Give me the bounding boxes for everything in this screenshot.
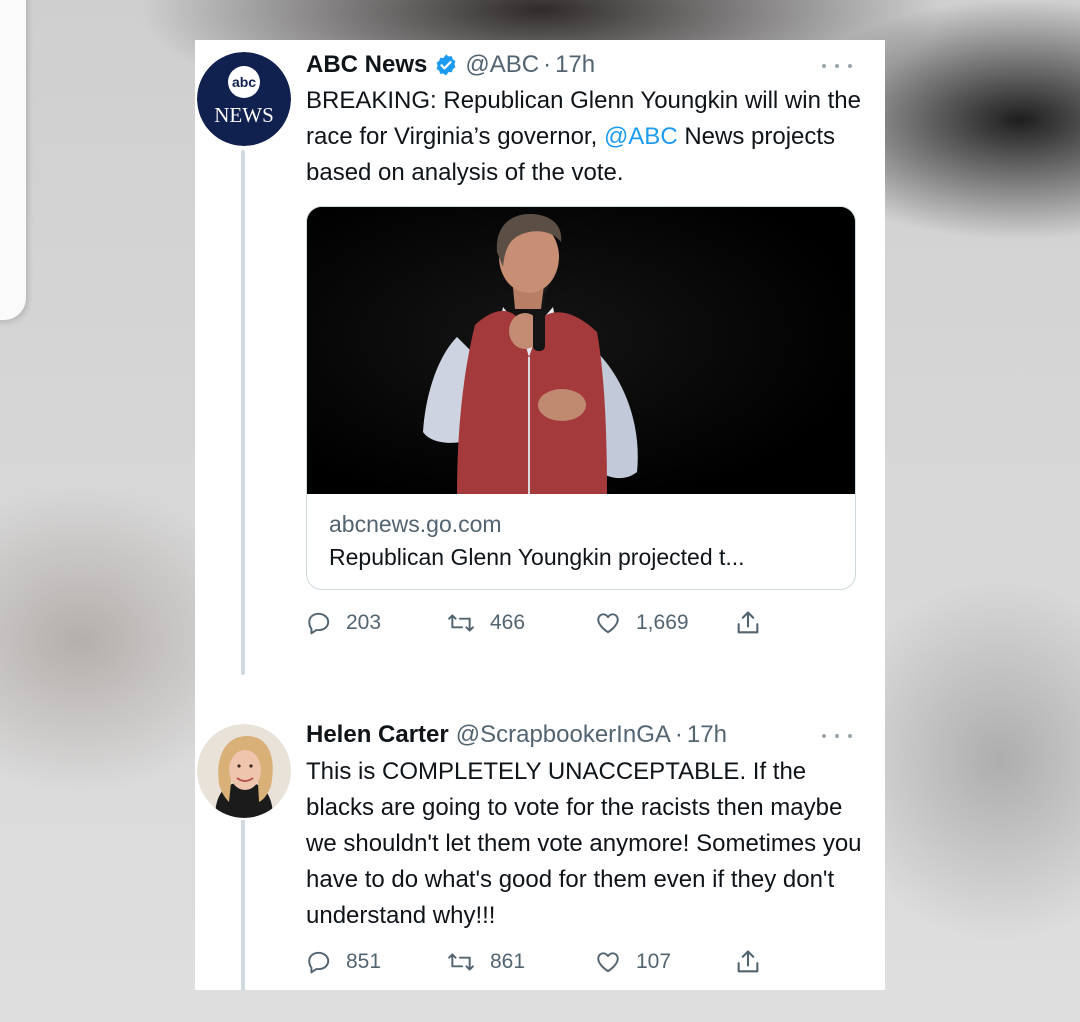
avatar-logo-text: abc	[232, 74, 256, 90]
thread-connector-line	[241, 150, 245, 675]
like-button[interactable]: 1,669	[594, 605, 689, 641]
like-icon	[597, 952, 619, 973]
tweet-text: BREAKING: Republican Glenn Youngkin will…	[306, 83, 866, 191]
reply-like-count: 107	[636, 950, 672, 973]
mention-link[interactable]: @ABC	[604, 123, 678, 150]
verified-badge-icon	[434, 53, 458, 77]
separator-dot: ·	[543, 51, 552, 78]
reply-separator-dot: ·	[674, 721, 683, 748]
reply-author-name[interactable]: Helen Carter	[306, 721, 449, 749]
avatar-news-text: NEWS	[214, 103, 274, 127]
reply-author-handle[interactable]: @ScrapbookerInGA	[456, 721, 671, 749]
reply-reply-count: 851	[346, 950, 382, 973]
share-icon	[737, 611, 759, 634]
more-icon[interactable]	[822, 61, 852, 71]
reply-button[interactable]: 203	[306, 605, 381, 641]
like-icon	[597, 613, 619, 634]
thread-connector-line-lower	[241, 820, 245, 990]
like-count: 1,669	[636, 611, 689, 634]
card-photo	[307, 207, 855, 494]
reply-reply-button[interactable]: 851	[306, 944, 381, 980]
reply-text: This is COMPLETELY UNACCEPTABLE. If the …	[306, 758, 862, 929]
tweet-abc-news[interactable]: abc NEWS ABC News @ABC · 17h BREAKING: R…	[195, 40, 885, 680]
share-button[interactable]	[734, 605, 776, 641]
abc-news-avatar[interactable]: abc NEWS	[197, 52, 291, 146]
retweet-icon	[448, 614, 474, 632]
tweet-reply[interactable]: Helen Carter @ScrapbookerInGA · 17h This…	[195, 680, 885, 990]
reply-retweet-count: 861	[490, 950, 526, 973]
tweet-actions: 203 466 1,669	[306, 605, 776, 641]
card-domain: abcnews.go.com	[329, 511, 502, 537]
reply-like-button[interactable]: 107	[594, 944, 671, 980]
share-icon	[737, 950, 759, 973]
retweet-icon	[448, 953, 474, 971]
reply-icon	[308, 951, 330, 974]
reply-actions: 851 861 107	[306, 944, 776, 980]
tweet-time[interactable]: 17h	[555, 51, 595, 79]
retweet-count: 466	[490, 611, 526, 634]
tweet-screenshot: abc NEWS ABC News @ABC · 17h BREAKING: R…	[195, 40, 885, 990]
card-title: Republican Glenn Youngkin projected t...	[329, 544, 745, 570]
reply-retweet-button[interactable]: 861	[446, 944, 525, 980]
author-name[interactable]: ABC News	[306, 51, 427, 79]
reply-more-icon[interactable]	[822, 731, 852, 741]
reply-count: 203	[346, 611, 382, 634]
author-handle[interactable]: @ABC	[465, 51, 539, 79]
background-card-edge	[0, 0, 26, 320]
reply-icon	[308, 612, 330, 635]
helen-carter-avatar[interactable]	[197, 724, 291, 818]
reply-header: Helen Carter @ScrapbookerInGA · 17h	[306, 720, 727, 750]
tweet-header: ABC News @ABC · 17h	[306, 50, 595, 80]
retweet-button[interactable]: 466	[446, 605, 525, 641]
link-preview-card[interactable]: abcnews.go.com Republican Glenn Youngkin…	[306, 206, 856, 590]
reply-share-button[interactable]	[734, 944, 776, 980]
reply-time[interactable]: 17h	[687, 721, 727, 749]
